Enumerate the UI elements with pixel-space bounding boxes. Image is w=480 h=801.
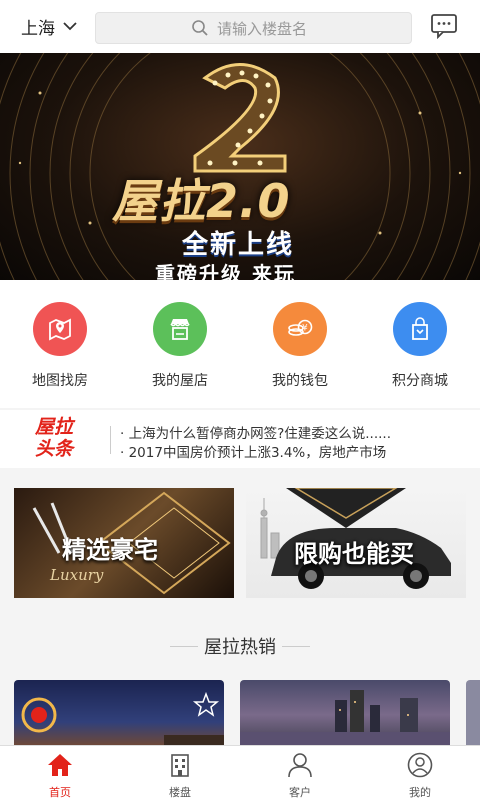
- top-header: 上海 请输入楼盘名: [0, 0, 480, 54]
- person-icon: [288, 753, 312, 778]
- section-title: 屋拉热销: [204, 637, 276, 658]
- search-input[interactable]: 请输入楼盘名: [95, 12, 412, 44]
- search-placeholder: 请输入楼盘名: [217, 19, 308, 38]
- promo-luxury-script: Luxury: [50, 566, 104, 584]
- divider: [110, 426, 111, 454]
- svg-text:¥: ¥: [302, 324, 308, 334]
- listing-card[interactable]: [14, 680, 224, 750]
- headline-logo-line2: 头条: [35, 438, 74, 460]
- tab-home[interactable]: 首页: [20, 752, 100, 800]
- shopping-bag-icon: [393, 302, 447, 356]
- section-divider-right: [282, 646, 310, 647]
- store-icon: [153, 302, 207, 356]
- tab-label: 楼盘: [169, 786, 191, 799]
- promo-purchase-limit-label: 限购也能买: [294, 540, 414, 568]
- tab-label: 首页: [49, 786, 71, 799]
- search-icon: [192, 20, 208, 36]
- wallet-icon: ¥: [273, 302, 327, 356]
- promo-luxury[interactable]: 精选豪宅 Luxury: [14, 488, 234, 598]
- tab-buildings[interactable]: 楼盘: [140, 752, 220, 800]
- listing-card[interactable]: [466, 680, 480, 750]
- quick-nav: 地图找房 我的屋店 ¥ 我的钱包 积分商城: [0, 280, 480, 408]
- nav-label: 积分商城: [392, 373, 448, 389]
- tab-label: 我的: [409, 786, 431, 799]
- user-circle-icon: [407, 752, 433, 778]
- nav-item-store[interactable]: 我的屋店: [130, 302, 230, 390]
- listing-image: [21, 691, 224, 750]
- banner-title: 屋拉2.0: [112, 174, 291, 228]
- banner-subtitle: 全新上线: [182, 230, 295, 260]
- listing-card[interactable]: [240, 680, 450, 750]
- chevron-down-icon: [63, 22, 77, 31]
- home-icon: [48, 754, 72, 776]
- promo-luxury-label: 精选豪宅: [62, 536, 158, 564]
- promo-banner[interactable]: 屋拉2.0 全新上线 重磅升级 来玩: [0, 53, 480, 280]
- banner-tagline: 重磅升级 来玩: [155, 262, 296, 280]
- headline-item[interactable]: · 2017中国房价预计上涨3.4%，房地产市场: [120, 441, 386, 461]
- promo-purchase-limit[interactable]: 限购也能买: [246, 488, 466, 598]
- hot-listings: [0, 680, 480, 750]
- city-selector[interactable]: 上海: [21, 14, 77, 39]
- headline-item[interactable]: · 上海为什么暂停商办网签?住建委这么说......: [120, 422, 391, 442]
- nav-item-map[interactable]: 地图找房: [10, 302, 110, 390]
- city-label: 上海: [21, 19, 55, 39]
- headline-logo: 屋拉 头条: [35, 416, 73, 460]
- map-icon: [33, 302, 87, 356]
- message-icon[interactable]: [430, 13, 458, 39]
- headline-ticker[interactable]: 屋拉 头条 · 上海为什么暂停商办网签?住建委这么说...... · 2017中…: [0, 410, 480, 468]
- headline-logo-line1: 屋拉: [35, 416, 74, 438]
- listing-image: [240, 690, 450, 750]
- nav-label: 我的钱包: [272, 373, 328, 389]
- nav-label: 我的屋店: [152, 373, 208, 389]
- tab-customers[interactable]: 客户: [260, 752, 340, 800]
- tab-label: 客户: [289, 786, 311, 799]
- nav-label: 地图找房: [32, 373, 88, 389]
- nav-item-points-mall[interactable]: 积分商城: [370, 302, 470, 390]
- building-icon: [171, 754, 189, 777]
- tab-mine[interactable]: 我的: [380, 752, 460, 800]
- bottom-tab-bar: 首页 楼盘 客户 我的: [0, 745, 480, 801]
- nav-item-wallet[interactable]: ¥ 我的钱包: [250, 302, 350, 390]
